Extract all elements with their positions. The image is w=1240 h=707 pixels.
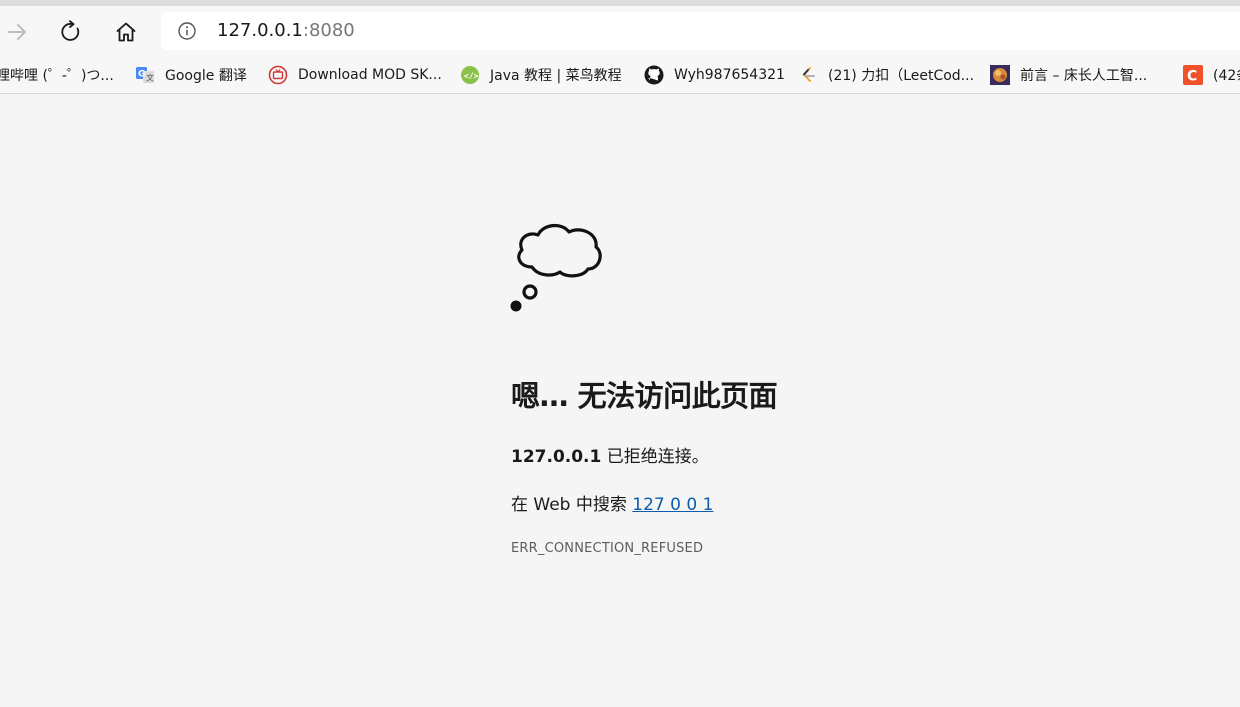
refused-text: 已拒绝连接。: [601, 447, 709, 467]
bookmark-google-translate[interactable]: G 文 Google 翻译: [135, 62, 247, 88]
bookmark-label: 前言 – 床长人工智...: [1020, 68, 1148, 84]
connection-refused-message: 127.0.0.1 已拒绝连接。: [511, 442, 709, 467]
refresh-icon: [61, 20, 80, 41]
bookmark-bilibili[interactable]: 哩哔哩 (゜-゜)つ...: [0, 62, 114, 88]
mod-download-icon: [268, 65, 288, 85]
thought-cloud-icon: [510, 224, 602, 312]
bookmark-label: (42条: [1213, 68, 1240, 84]
search-link[interactable]: 127 0 0 1: [632, 495, 713, 515]
csdn-icon: C: [1183, 65, 1203, 85]
runoob-icon: </>: [460, 65, 480, 85]
svg-text:C: C: [1187, 69, 1197, 85]
refused-host: 127.0.0.1: [511, 447, 602, 467]
ai-tutorial-icon: [990, 65, 1010, 85]
github-icon: [644, 65, 664, 85]
bookmark-ai-tutorial[interactable]: 前言 – 床长人工智...: [990, 62, 1147, 88]
bookmark-label: Wyh987654321: [674, 67, 785, 83]
arrow-right-icon: [8, 24, 26, 40]
url-host: 127.0.0.1: [217, 20, 303, 41]
bookmark-label: (21) 力扣（LeetCod...: [828, 68, 975, 84]
bookmark-label: Google 翻译: [165, 68, 247, 84]
info-icon[interactable]: [177, 21, 197, 41]
leetcode-icon: [798, 65, 818, 85]
home-icon: [116, 22, 136, 42]
forward-button[interactable]: [0, 15, 34, 49]
bookmarks-bar: 哩哔哩 (゜-゜)つ... G 文 Google 翻译 Download MOD…: [0, 56, 1240, 94]
svg-text:G: G: [138, 70, 145, 80]
bookmark-github[interactable]: Wyh987654321: [644, 62, 785, 88]
error-code: ERR_CONNECTION_REFUSED: [511, 541, 704, 556]
refresh-button[interactable]: [54, 15, 88, 49]
url-text[interactable]: 127.0.0.1:8080: [217, 21, 355, 41]
bookmark-label: 哩哔哩 (゜-゜)つ...: [0, 68, 114, 84]
svg-text:</>: </>: [464, 72, 479, 81]
bookmark-label: Java 教程 | 菜鸟教程: [490, 68, 622, 84]
svg-text:文: 文: [146, 73, 154, 83]
bookmark-label: Download MOD SK...: [298, 67, 442, 83]
home-button[interactable]: [109, 15, 143, 49]
bookmark-csdn[interactable]: C (42条: [1183, 62, 1240, 88]
search-prefix: 在 Web 中搜索: [511, 495, 633, 515]
url-port: :8080: [302, 20, 355, 41]
bookmark-mod-download[interactable]: Download MOD SK...: [268, 62, 442, 88]
web-search-suggestion: 在 Web 中搜索 127 0 0 1: [511, 490, 713, 515]
google-translate-icon: G 文: [135, 65, 155, 85]
bookmark-runoob-java[interactable]: </> Java 教程 | 菜鸟教程: [460, 62, 622, 88]
address-bar[interactable]: 127.0.0.1:8080: [161, 12, 1240, 50]
bookmark-leetcode[interactable]: (21) 力扣（LeetCod...: [798, 62, 974, 88]
error-headline: 嗯… 无法访问此页面: [511, 379, 778, 413]
browser-toolbar: 127.0.0.1:8080: [0, 6, 1240, 56]
error-page: 嗯… 无法访问此页面 127.0.0.1 已拒绝连接。 在 Web 中搜索 12…: [0, 95, 1240, 707]
